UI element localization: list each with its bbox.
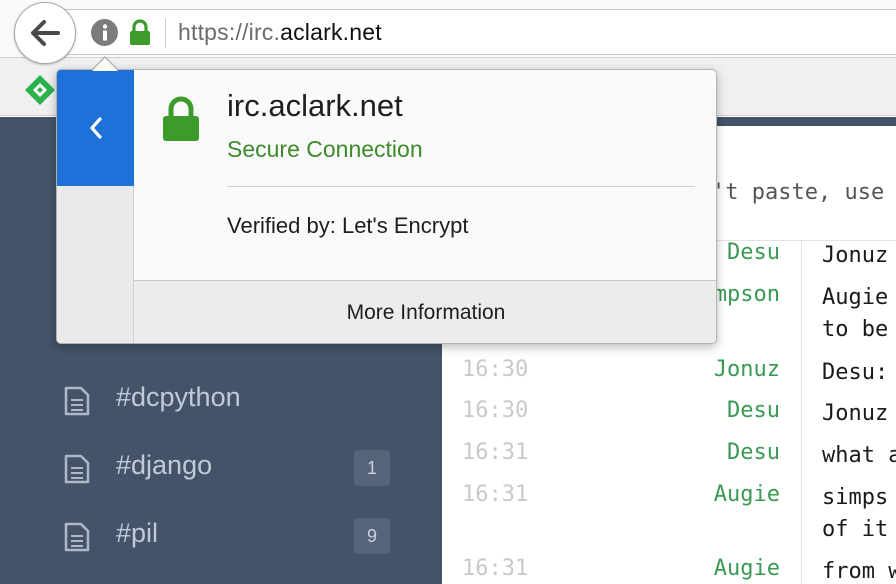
message-nick[interactable]: mpson — [714, 282, 780, 307]
sidebar-channel-django[interactable]: #django 1 — [64, 448, 404, 488]
message-nick[interactable]: Jonuz — [714, 357, 780, 382]
message-time: 16:30 — [462, 357, 529, 382]
unread-badge: 9 — [354, 518, 390, 554]
message-text: Augie to be — [822, 285, 889, 342]
message-text: from w — [822, 559, 896, 584]
message-text: Jonuz — [822, 243, 889, 268]
document-icon — [64, 454, 90, 484]
site-identity-popup: irc.aclark.net Secure Connection Verifie… — [56, 69, 717, 344]
message-time: 16:30 — [462, 398, 529, 423]
channel-name: #django — [116, 450, 213, 480]
arrow-left-icon — [31, 20, 60, 46]
message-text: Desu: — [822, 360, 889, 385]
url-host: aclark.net — [280, 19, 382, 45]
message-time: 16:31 — [462, 482, 529, 507]
message-nick[interactable]: Desu — [727, 440, 780, 465]
bookmark-feedly-icon[interactable] — [24, 74, 56, 111]
secure-connection-status[interactable]: Secure Connection — [227, 136, 423, 163]
url-scheme: https://irc. — [178, 19, 281, 45]
message-time: 16:31 — [462, 440, 529, 465]
document-icon — [64, 522, 90, 552]
more-information-button[interactable]: More Information — [134, 280, 716, 343]
url-text[interactable]: https://irc.aclark.net — [178, 19, 382, 46]
divider — [801, 241, 802, 584]
popup-back-button[interactable] — [57, 70, 134, 186]
lock-icon — [162, 96, 200, 147]
message-text: simps of it — [822, 485, 889, 542]
back-button[interactable] — [14, 2, 76, 64]
divider — [227, 186, 695, 187]
channel-topic: 't paste, use — [712, 180, 885, 205]
message-nick[interactable]: Augie — [714, 482, 780, 507]
chevron-left-icon — [89, 117, 102, 139]
verified-by-text: Verified by: Let's Encrypt — [227, 213, 469, 238]
message-time: 16:31 — [462, 556, 529, 581]
channel-name: #dcpython — [116, 382, 241, 412]
popup-site-title: irc.aclark.net — [227, 88, 403, 123]
channel-name: #pil — [116, 518, 159, 548]
message-nick[interactable]: Augie — [714, 556, 780, 581]
message-text: Jonuz — [822, 401, 889, 426]
unread-badge: 1 — [354, 450, 390, 486]
sidebar-channel-dcpython[interactable]: #dcpython — [64, 380, 404, 420]
popup-arrow — [92, 58, 118, 71]
message-nick[interactable]: Desu — [727, 398, 780, 423]
info-icon[interactable] — [91, 19, 118, 46]
lock-icon[interactable] — [128, 19, 152, 51]
message-nick[interactable]: Desu — [727, 240, 780, 265]
document-icon — [64, 386, 90, 416]
message-text: what a — [822, 443, 896, 468]
url-separator — [165, 18, 166, 48]
sidebar-channel-pil[interactable]: #pil 9 — [64, 516, 404, 556]
